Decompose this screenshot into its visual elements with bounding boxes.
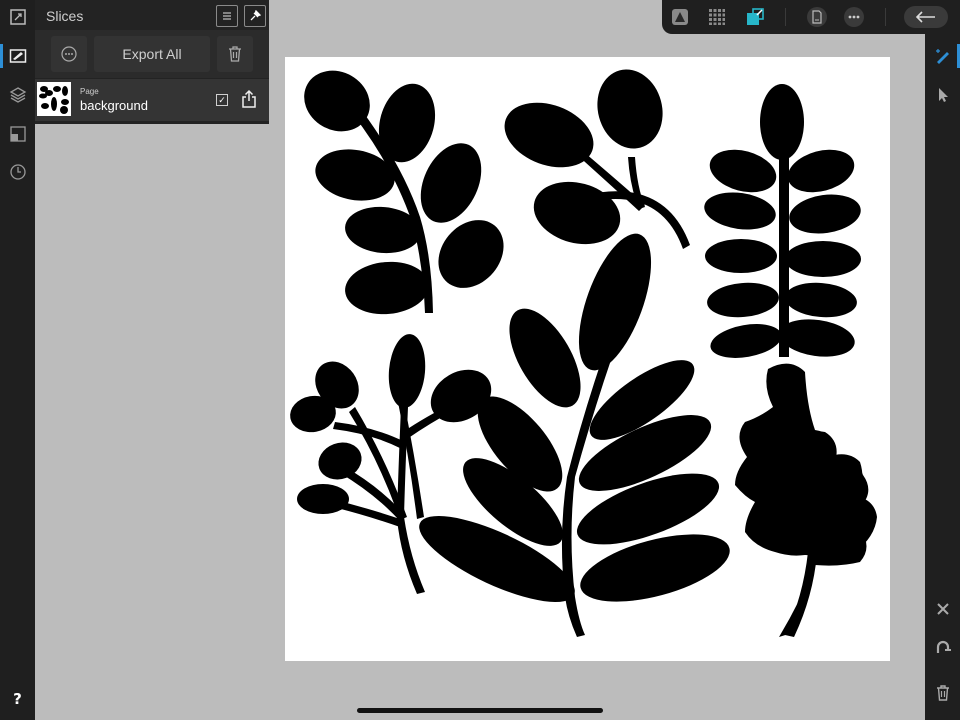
delete-slice-button[interactable] <box>217 36 253 72</box>
document-icon[interactable] <box>805 4 829 30</box>
help-button[interactable]: ? <box>0 690 35 708</box>
pixel-grid-icon[interactable] <box>705 4 729 30</box>
share-icon[interactable] <box>240 89 258 109</box>
toolbar-separator <box>885 8 886 26</box>
trash-icon[interactable] <box>925 676 960 710</box>
slices-panel: Slices Export All Page background ✓ <box>35 0 269 124</box>
leaf-branch-top-left <box>304 70 504 315</box>
slices-icon[interactable] <box>0 39 35 73</box>
move-tool-icon[interactable] <box>925 78 960 112</box>
leaf-branch-top-middle <box>504 69 690 249</box>
panel-actions: Export All <box>35 30 269 78</box>
export-persona-icon[interactable] <box>743 4 767 30</box>
pin-icon[interactable] <box>244 5 266 27</box>
slice-row[interactable]: Page background ✓ <box>35 79 269 121</box>
home-indicator <box>357 708 603 713</box>
panel-title: Slices <box>46 8 84 24</box>
slice-type-label: Page <box>80 87 99 96</box>
document-canvas[interactable] <box>285 57 890 661</box>
toolbar-separator <box>785 8 786 26</box>
export-all-button[interactable]: Export All <box>94 36 210 72</box>
snapping-icon[interactable] <box>925 631 960 665</box>
panel-header: Slices <box>35 0 269 30</box>
layers-icon[interactable] <box>0 78 35 112</box>
slice-options-button[interactable] <box>51 36 87 72</box>
persona-icon[interactable] <box>668 4 692 30</box>
slice-tool-icon[interactable] <box>925 40 960 74</box>
leaf-branch-top-right <box>704 84 861 358</box>
more-icon[interactable] <box>842 4 866 30</box>
slice-name[interactable]: background <box>80 98 148 113</box>
history-icon[interactable] <box>0 155 35 189</box>
right-toolbar <box>925 34 960 720</box>
back-arrow-icon[interactable] <box>903 4 949 30</box>
export-all-label: Export All <box>122 46 182 62</box>
leaf-oak-bottom-right <box>735 363 877 637</box>
more-circle-icon <box>61 46 77 62</box>
slice-thumbnail <box>37 82 71 116</box>
trash-icon <box>229 46 241 62</box>
slice-export-checkbox[interactable]: ✓ <box>216 94 228 106</box>
left-toolbar: ? <box>0 0 35 720</box>
resize-icon[interactable] <box>0 0 35 34</box>
panel-menu-icon[interactable] <box>216 5 238 27</box>
transform-icon[interactable] <box>0 117 35 151</box>
top-toolbar <box>662 0 960 34</box>
leaf-illustration <box>290 69 877 637</box>
close-icon[interactable] <box>925 592 960 626</box>
